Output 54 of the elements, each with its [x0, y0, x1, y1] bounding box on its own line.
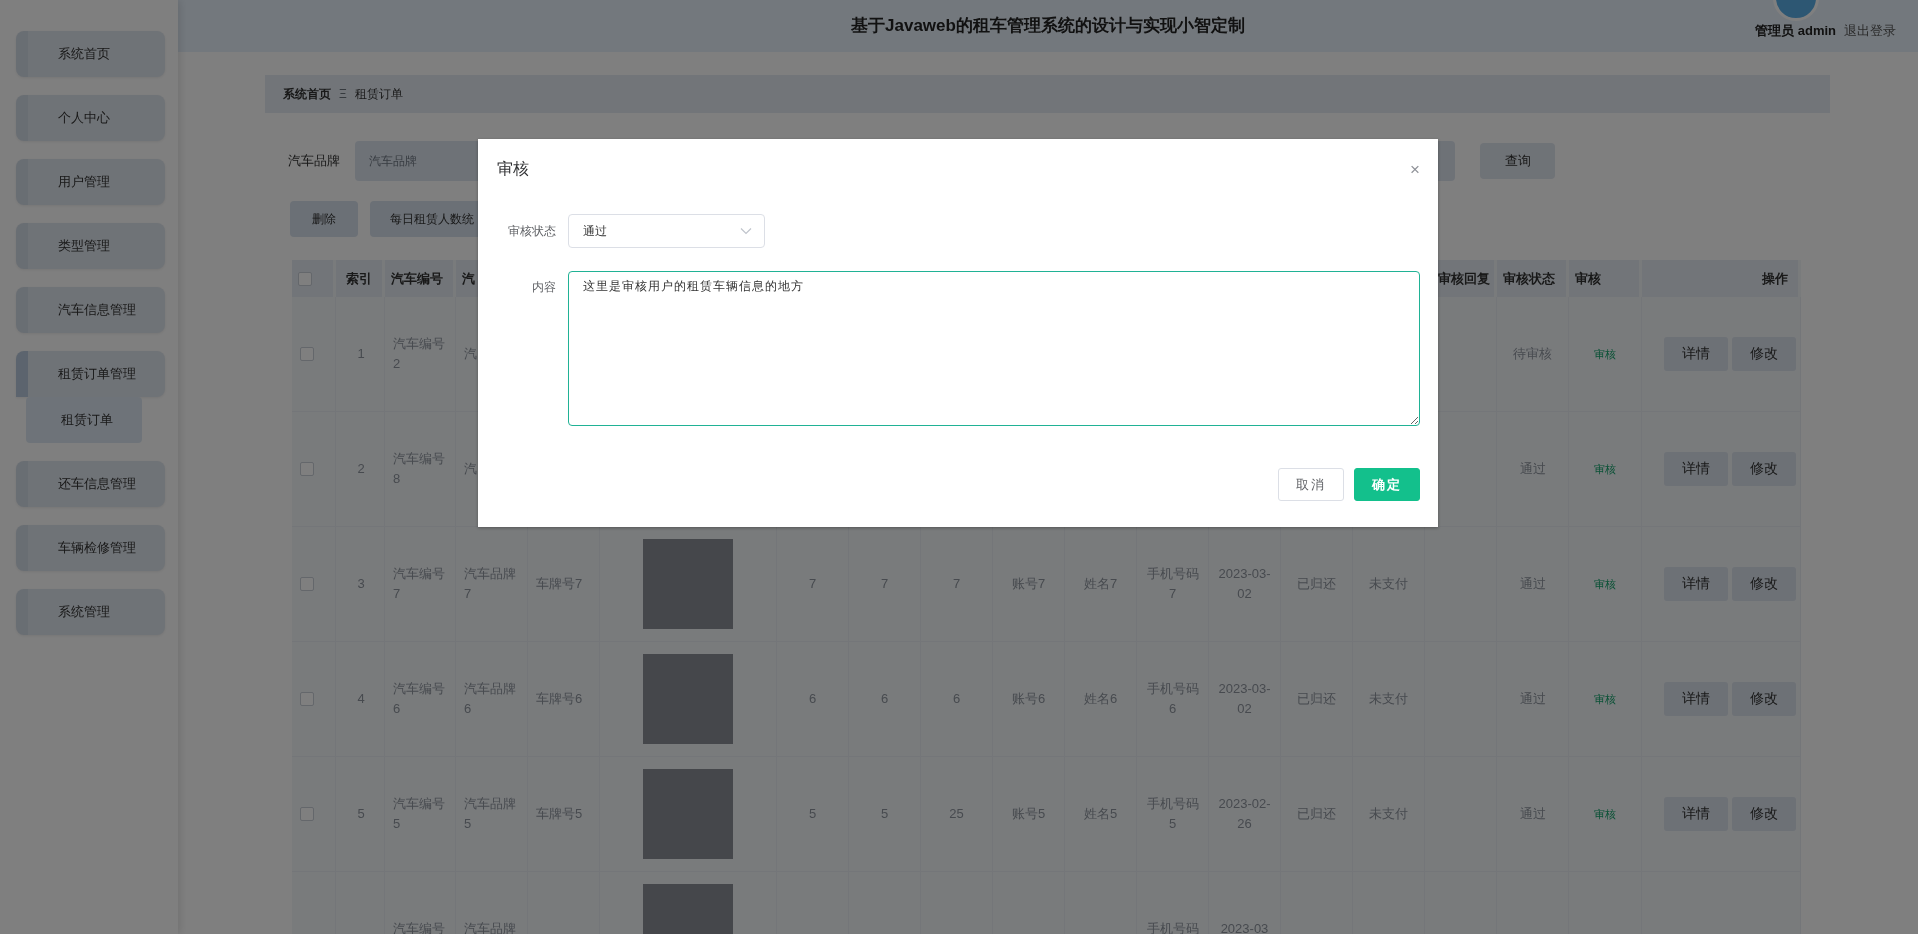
review-link[interactable]: 审核: [1594, 462, 1616, 475]
action-button[interactable]: 详情: [1664, 567, 1728, 601]
row-checkbox[interactable]: [300, 807, 314, 822]
action-button[interactable]: 修改: [1732, 452, 1796, 486]
cancel-button[interactable]: 取消: [1278, 468, 1344, 501]
toolbar-button[interactable]: 删除: [290, 201, 358, 237]
row-checkbox[interactable]: [300, 692, 314, 707]
sidebar-item[interactable]: 系统首页: [16, 31, 165, 77]
content-textarea[interactable]: 这里是审核用户的租赁车辆信息的地方: [568, 271, 1420, 426]
column-header: 操作: [1642, 260, 1801, 297]
review-link[interactable]: 审核: [1594, 807, 1616, 820]
column-header: 审核状态: [1497, 260, 1569, 297]
sidebar-item[interactable]: 系统管理: [16, 589, 165, 635]
action-button[interactable]: 修改: [1732, 567, 1796, 601]
review-link[interactable]: 审核: [1594, 692, 1616, 705]
search-button[interactable]: 查询: [1480, 143, 1555, 179]
logout-link[interactable]: 退出登录: [1844, 21, 1896, 41]
breadcrumb-separator: Ξ: [339, 86, 347, 103]
sidebar-item[interactable]: 车辆检修管理: [16, 525, 165, 571]
sidebar-item[interactable]: 还车信息管理: [16, 461, 165, 507]
column-header: 索引: [336, 260, 385, 297]
status-select[interactable]: 通过: [568, 214, 765, 248]
breadcrumb-item[interactable]: 系统首页: [283, 85, 331, 103]
field-label: 内容: [531, 279, 557, 293]
search-label: 汽车品牌: [288, 152, 341, 171]
sidebar-item[interactable]: 个人中心: [16, 95, 165, 141]
action-button[interactable]: 详情: [1664, 797, 1728, 831]
action-button[interactable]: 详情: [1664, 452, 1728, 486]
sidebar-subitem[interactable]: 租赁订单: [26, 397, 142, 443]
column-header: 汽车编号: [385, 260, 456, 297]
sidebar-item[interactable]: 类型管理: [16, 223, 165, 269]
row-checkbox[interactable]: [300, 577, 314, 592]
action-button[interactable]: 详情: [1664, 682, 1728, 716]
sidebar-item[interactable]: 汽车信息管理: [16, 287, 165, 333]
action-button[interactable]: 详情: [1664, 337, 1728, 371]
close-button[interactable]: ×: [1410, 157, 1420, 181]
chevron-down-icon: [740, 227, 752, 235]
field-label: 审核状态: [507, 223, 557, 240]
sidebar-item[interactable]: 用户管理: [16, 159, 165, 205]
breadcrumb-item: 租赁订单: [354, 86, 403, 103]
sidebar-item[interactable]: 租赁订单管理: [16, 351, 165, 397]
page-title: 基于Javaweb的租车管理系统的设计与实现小智定制: [851, 15, 1245, 38]
confirm-button[interactable]: 确定: [1354, 468, 1420, 501]
review-link[interactable]: 审核: [1594, 577, 1616, 590]
row-checkbox[interactable]: [300, 462, 314, 477]
user-name: 管理员 admin: [1755, 22, 1836, 41]
action-button[interactable]: 修改: [1732, 682, 1796, 716]
action-button[interactable]: 修改: [1732, 337, 1796, 371]
action-button[interactable]: 修改: [1732, 797, 1796, 831]
select-all-checkbox[interactable]: [298, 272, 312, 287]
dialog-title: 审核: [497, 159, 529, 179]
column-header: 审核: [1569, 260, 1642, 297]
row-checkbox[interactable]: [300, 347, 314, 362]
review-link[interactable]: 审核: [1594, 347, 1616, 360]
